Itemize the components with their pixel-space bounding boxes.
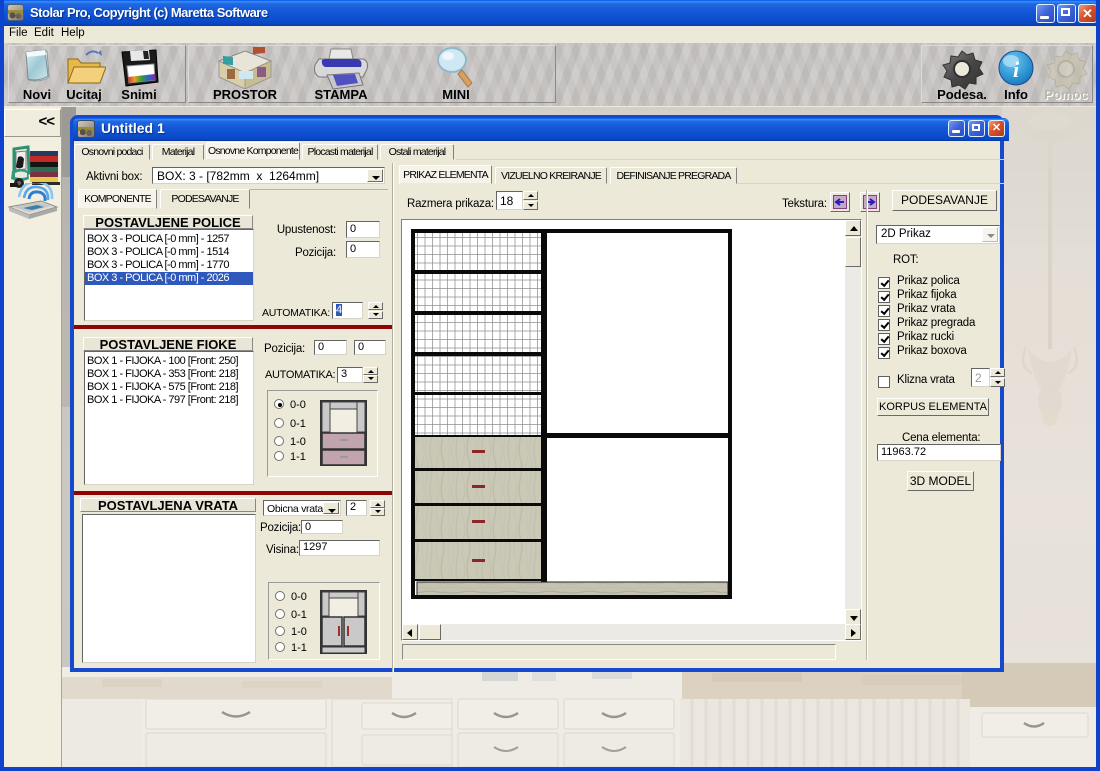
svg-text:i: i xyxy=(1013,57,1020,82)
